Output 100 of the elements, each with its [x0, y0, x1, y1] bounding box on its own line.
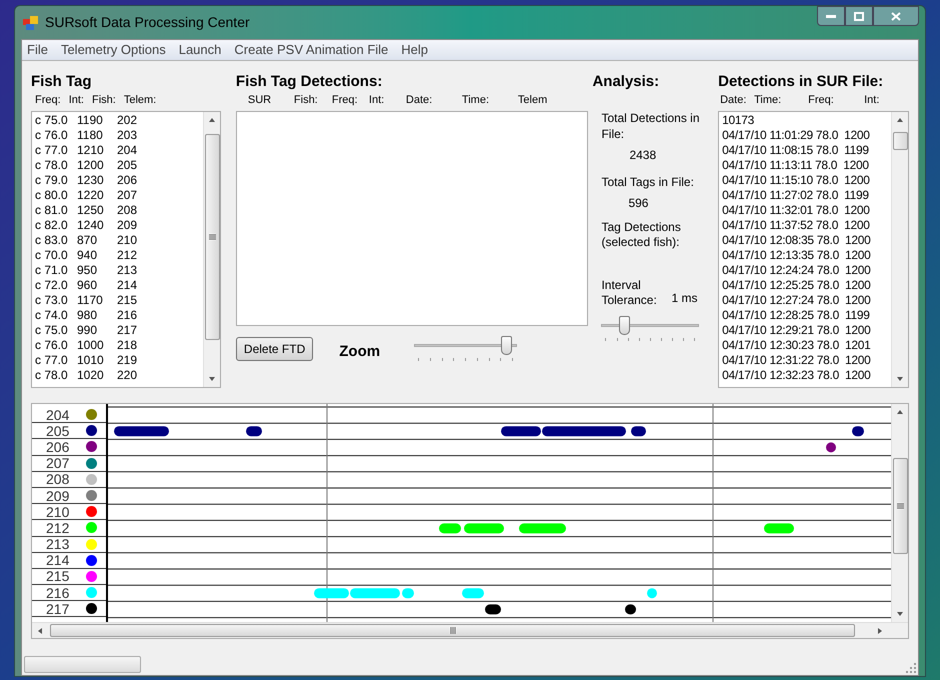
fish-label: 205	[46, 424, 70, 438]
stat-value: 596	[627, 195, 650, 212]
scroll-up-icon[interactable]	[896, 408, 904, 416]
fish-label: 204	[46, 408, 70, 422]
scroll-down-icon[interactable]	[896, 375, 904, 383]
list-cell-text: c 73.0	[35, 293, 69, 308]
stat-label: Tag Detections (selected fish):	[601, 219, 682, 250]
list-cell-text: 1200	[77, 158, 105, 173]
scroll-left-icon[interactable]	[36, 626, 44, 634]
fish-label: 207	[46, 456, 70, 470]
fish-label: 208	[46, 472, 70, 486]
list-cell-text: 1250	[77, 203, 105, 218]
fish-tag-list[interactable]	[31, 111, 221, 388]
list-item: 04/17/10 12:29:21 78.0 1200	[722, 323, 872, 338]
list-item: 04/17/10 12:13:35 78.0 1200	[722, 248, 872, 263]
list-cell: 202	[117, 113, 138, 128]
list-cell-text: 990	[77, 323, 98, 338]
window-title: SURsoft Data Processing Center	[45, 13, 250, 32]
menu-item[interactable]: File	[27, 40, 48, 60]
list-cell-text: c 76.0	[35, 338, 69, 353]
list-cell-text: c 82.0	[35, 218, 69, 233]
list-cell: 217	[117, 323, 138, 338]
fish-label: 217	[46, 602, 70, 616]
scroll-up-icon[interactable]	[208, 116, 216, 124]
grip-icon	[450, 627, 456, 634]
list-cell-text: c 75.0	[35, 323, 69, 338]
interval-value: 1 ms	[671, 290, 698, 307]
fish-label: 215	[46, 569, 70, 584]
list-cell-text: c 79.0	[35, 173, 69, 188]
minimize-icon	[826, 14, 836, 18]
column-header: Freq:	[808, 92, 835, 108]
fish-label: 209	[46, 488, 70, 503]
menu-item[interactable]: Help	[401, 40, 428, 60]
list-item: 04/17/10 12:32:23 78.0 1200	[722, 368, 872, 383]
zoom-label: Zoom	[339, 342, 380, 362]
column-header: Int:	[864, 92, 880, 108]
column-header: Int:	[68, 92, 84, 108]
maximize-button[interactable]	[845, 6, 873, 26]
scroll-up-icon[interactable]	[896, 116, 904, 124]
column-header: Freq:	[332, 92, 359, 108]
list-cell-text: c 81.0	[35, 203, 69, 218]
list-cell-text: 1240	[77, 218, 105, 233]
list-cell-text: c 77.0	[35, 353, 69, 368]
list-item: 04/17/10 12:08:35 78.0 1200	[722, 233, 872, 248]
menu-item[interactable]: Create PSV Animation File	[234, 40, 388, 60]
list-cell-text: c 78.0	[35, 158, 69, 173]
list-cell: 213	[117, 263, 138, 278]
list-cell-text: 1190	[77, 113, 104, 128]
list-cell-text: c 76.0	[35, 128, 69, 143]
scroll-down-icon[interactable]	[896, 610, 904, 618]
column-header: Date:	[720, 92, 748, 108]
list-cell: 218	[117, 338, 138, 353]
scrollbar-thumb[interactable]	[50, 624, 855, 637]
stat-value: 2438	[628, 147, 658, 164]
resize-grip-icon[interactable]	[906, 663, 916, 673]
list-cell-text: 1220	[77, 188, 105, 203]
fish-label: 213	[46, 537, 70, 552]
list-cell-text: c 70.0	[35, 248, 69, 263]
scrollbar-thumb[interactable]	[204, 134, 220, 340]
column-header: Time:	[462, 92, 490, 108]
maximize-icon	[854, 12, 864, 20]
grip-icon	[897, 503, 904, 509]
scrollbar-thumb[interactable]	[893, 132, 908, 150]
app-icon	[23, 14, 39, 30]
menu-item[interactable]: Launch	[178, 40, 222, 60]
list-item: 04/17/10 12:24:24 78.0 1200	[722, 263, 872, 278]
list-cell-text: 1230	[77, 173, 105, 188]
section-title: Detections in SUR File:	[718, 72, 884, 91]
minimize-button[interactable]	[817, 6, 845, 26]
column-header: SUR	[248, 92, 272, 108]
list-cell-text: 980	[77, 308, 98, 323]
list-item: 04/17/10 12:28:25 78.0 1199	[722, 308, 871, 323]
list-cell-text: 1170	[77, 293, 104, 308]
column-header: Telem	[518, 92, 548, 108]
list-item: 04/17/10 12:31:22 78.0 1200	[722, 353, 872, 368]
menu-item[interactable]: Telemetry Options	[60, 40, 166, 60]
list-cell: 203	[117, 128, 138, 143]
close-button[interactable]	[873, 6, 919, 26]
scroll-right-icon[interactable]	[876, 626, 884, 634]
sur-file-list[interactable]	[718, 111, 909, 388]
list-item: 04/17/10 11:15:10 78.0 1200	[722, 173, 871, 188]
fish-label: 216	[46, 586, 70, 600]
list-cell: 204	[117, 143, 138, 158]
interval-label: Interval Tolerance:	[601, 278, 658, 308]
scroll-down-icon[interactable]	[208, 375, 216, 383]
list-item: 04/17/10 11:08:15 78.0 1199	[722, 143, 870, 158]
list-cell-text: c 83.0	[35, 233, 69, 248]
list-cell: 209	[117, 218, 138, 233]
list-cell-text: c 71.0	[35, 263, 69, 278]
column-header: Freq:	[35, 92, 61, 108]
list-cell: 205	[117, 158, 138, 173]
column-header: Int:	[368, 92, 386, 108]
delete-ftd-button[interactable]: Delete FTD	[236, 337, 314, 361]
fish-label: 210	[46, 504, 70, 519]
list-cell-text: c 77.0	[35, 143, 69, 158]
list-cell: 216	[117, 308, 138, 323]
column-header: Time:	[754, 92, 782, 108]
section-title: Fish Tag Detections:	[236, 72, 384, 91]
scrollbar-thumb[interactable]	[893, 458, 908, 554]
list-item: 04/17/10 11:13:11 78.0 1200	[722, 158, 870, 173]
